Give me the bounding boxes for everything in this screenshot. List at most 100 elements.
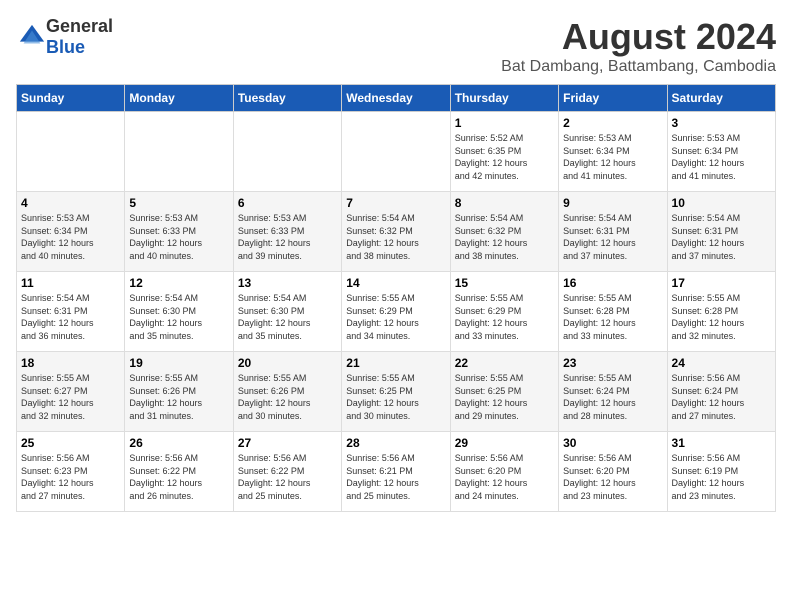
weekday-header-thursday: Thursday (450, 85, 558, 112)
calendar-cell: 29 Sunrise: 5:56 AM Sunset: 6:20 PM Dayli… (450, 432, 558, 512)
calendar-cell: 17 Sunrise: 5:55 AM Sunset: 6:28 PM Dayli… (667, 272, 775, 352)
calendar-cell: 15 Sunrise: 5:55 AM Sunset: 6:29 PM Dayli… (450, 272, 558, 352)
day-number: 5 (129, 196, 228, 210)
calendar-cell: 19Sunrise: 5:55 AM Sunset: 6:26 PM Dayli… (125, 352, 233, 432)
day-info: Sunrise: 5:53 AM Sunset: 6:34 PM Dayligh… (563, 132, 662, 182)
calendar-table: SundayMondayTuesdayWednesdayThursdayFrid… (16, 84, 776, 512)
weekday-header-tuesday: Tuesday (233, 85, 341, 112)
day-info: Sunrise: 5:56 AM Sunset: 6:24 PM Dayligh… (672, 372, 771, 422)
day-info: Sunrise: 5:55 AM Sunset: 6:29 PM Dayligh… (346, 292, 445, 342)
day-number: 7 (346, 196, 445, 210)
day-number: 10 (672, 196, 771, 210)
day-info: Sunrise: 5:56 AM Sunset: 6:23 PM Dayligh… (21, 452, 120, 502)
weekday-header-sunday: Sunday (17, 85, 125, 112)
calendar-cell: 23 Sunrise: 5:55 AM Sunset: 6:24 PM Dayli… (559, 352, 667, 432)
logo-general-text: General (46, 16, 113, 36)
day-info: Sunrise: 5:53 AM Sunset: 6:34 PM Dayligh… (21, 212, 120, 262)
day-number: 16 (563, 276, 662, 290)
calendar-cell: 26Sunrise: 5:56 AM Sunset: 6:22 PM Dayli… (125, 432, 233, 512)
day-info: Sunrise: 5:54 AM Sunset: 6:30 PM Dayligh… (238, 292, 337, 342)
day-info: Sunrise: 5:55 AM Sunset: 6:27 PM Dayligh… (21, 372, 120, 422)
day-info: Sunrise: 5:55 AM Sunset: 6:28 PM Dayligh… (672, 292, 771, 342)
calendar-cell: 14 Sunrise: 5:55 AM Sunset: 6:29 PM Dayli… (342, 272, 450, 352)
calendar-cell: 16 Sunrise: 5:55 AM Sunset: 6:28 PM Dayli… (559, 272, 667, 352)
day-info: Sunrise: 5:55 AM Sunset: 6:25 PM Dayligh… (346, 372, 445, 422)
day-number: 25 (21, 436, 120, 450)
day-info: Sunrise: 5:54 AM Sunset: 6:32 PM Dayligh… (455, 212, 554, 262)
day-number: 22 (455, 356, 554, 370)
calendar-cell: 25 Sunrise: 5:56 AM Sunset: 6:23 PM Dayli… (17, 432, 125, 512)
day-number: 18 (21, 356, 120, 370)
day-info: Sunrise: 5:55 AM Sunset: 6:24 PM Dayligh… (563, 372, 662, 422)
day-number: 17 (672, 276, 771, 290)
day-info: Sunrise: 5:53 AM Sunset: 6:33 PM Dayligh… (238, 212, 337, 262)
day-info: Sunrise: 5:56 AM Sunset: 6:20 PM Dayligh… (563, 452, 662, 502)
day-number: 29 (455, 436, 554, 450)
calendar-cell: 27 Sunrise: 5:56 AM Sunset: 6:22 PM Dayli… (233, 432, 341, 512)
day-number: 23 (563, 356, 662, 370)
day-number: 27 (238, 436, 337, 450)
calendar-cell: 5 Sunrise: 5:53 AM Sunset: 6:33 PM Daylig… (125, 192, 233, 272)
day-number: 11 (21, 276, 120, 290)
calendar-cell: 6Sunrise: 5:53 AM Sunset: 6:33 PM Daylig… (233, 192, 341, 272)
day-number: 9 (563, 196, 662, 210)
main-title: August 2024 (501, 16, 776, 58)
calendar-cell (342, 112, 450, 192)
day-info: Sunrise: 5:55 AM Sunset: 6:25 PM Dayligh… (455, 372, 554, 422)
calendar-cell: 10 Sunrise: 5:54 AM Sunset: 6:31 PM Dayli… (667, 192, 775, 272)
day-info: Sunrise: 5:53 AM Sunset: 6:33 PM Dayligh… (129, 212, 228, 262)
day-info: Sunrise: 5:53 AM Sunset: 6:34 PM Dayligh… (672, 132, 771, 182)
day-info: Sunrise: 5:55 AM Sunset: 6:29 PM Dayligh… (455, 292, 554, 342)
day-number: 12 (129, 276, 228, 290)
calendar-cell: 7 Sunrise: 5:54 AM Sunset: 6:32 PM Daylig… (342, 192, 450, 272)
day-info: Sunrise: 5:52 AM Sunset: 6:35 PM Dayligh… (455, 132, 554, 182)
calendar-cell: 2 Sunrise: 5:53 AM Sunset: 6:34 PM Daylig… (559, 112, 667, 192)
calendar-cell (17, 112, 125, 192)
logo: General Blue (16, 16, 113, 58)
day-info: Sunrise: 5:56 AM Sunset: 6:21 PM Dayligh… (346, 452, 445, 502)
day-info: Sunrise: 5:54 AM Sunset: 6:31 PM Dayligh… (672, 212, 771, 262)
calendar-cell: 8Sunrise: 5:54 AM Sunset: 6:32 PM Daylig… (450, 192, 558, 272)
day-info: Sunrise: 5:56 AM Sunset: 6:20 PM Dayligh… (455, 452, 554, 502)
day-number: 24 (672, 356, 771, 370)
day-number: 31 (672, 436, 771, 450)
calendar-cell: 18 Sunrise: 5:55 AM Sunset: 6:27 PM Dayli… (17, 352, 125, 432)
day-number: 13 (238, 276, 337, 290)
logo-icon (18, 23, 46, 51)
weekday-header-monday: Monday (125, 85, 233, 112)
calendar-cell: 21 Sunrise: 5:55 AM Sunset: 6:25 PM Dayli… (342, 352, 450, 432)
weekday-header-saturday: Saturday (667, 85, 775, 112)
day-number: 15 (455, 276, 554, 290)
header: General Blue August 2024 Bat Dambang, Ba… (16, 16, 776, 76)
day-info: Sunrise: 5:55 AM Sunset: 6:26 PM Dayligh… (238, 372, 337, 422)
calendar-cell: 3 Sunrise: 5:53 AM Sunset: 6:34 PM Daylig… (667, 112, 775, 192)
day-info: Sunrise: 5:56 AM Sunset: 6:22 PM Dayligh… (238, 452, 337, 502)
day-info: Sunrise: 5:55 AM Sunset: 6:28 PM Dayligh… (563, 292, 662, 342)
title-area: August 2024 Bat Dambang, Battambang, Cam… (501, 16, 776, 76)
day-number: 14 (346, 276, 445, 290)
calendar-cell: 22 Sunrise: 5:55 AM Sunset: 6:25 PM Dayli… (450, 352, 558, 432)
logo-blue-text: Blue (46, 37, 85, 57)
calendar-cell: 4Sunrise: 5:53 AM Sunset: 6:34 PM Daylig… (17, 192, 125, 272)
day-number: 3 (672, 116, 771, 130)
calendar-cell: 9 Sunrise: 5:54 AM Sunset: 6:31 PM Daylig… (559, 192, 667, 272)
calendar-cell (233, 112, 341, 192)
calendar-cell: 28Sunrise: 5:56 AM Sunset: 6:21 PM Dayli… (342, 432, 450, 512)
calendar-cell: 30Sunrise: 5:56 AM Sunset: 6:20 PM Dayli… (559, 432, 667, 512)
weekday-header-wednesday: Wednesday (342, 85, 450, 112)
calendar-cell: 13 Sunrise: 5:54 AM Sunset: 6:30 PM Dayli… (233, 272, 341, 352)
calendar-cell: 11 Sunrise: 5:54 AM Sunset: 6:31 PM Dayli… (17, 272, 125, 352)
calendar-cell: 12 Sunrise: 5:54 AM Sunset: 6:30 PM Dayli… (125, 272, 233, 352)
day-info: Sunrise: 5:55 AM Sunset: 6:26 PM Dayligh… (129, 372, 228, 422)
day-info: Sunrise: 5:54 AM Sunset: 6:31 PM Dayligh… (563, 212, 662, 262)
day-info: Sunrise: 5:54 AM Sunset: 6:32 PM Dayligh… (346, 212, 445, 262)
calendar-cell: 20Sunrise: 5:55 AM Sunset: 6:26 PM Dayli… (233, 352, 341, 432)
day-info: Sunrise: 5:54 AM Sunset: 6:31 PM Dayligh… (21, 292, 120, 342)
calendar-cell (125, 112, 233, 192)
day-number: 26 (129, 436, 228, 450)
day-number: 21 (346, 356, 445, 370)
day-number: 1 (455, 116, 554, 130)
day-info: Sunrise: 5:54 AM Sunset: 6:30 PM Dayligh… (129, 292, 228, 342)
day-number: 2 (563, 116, 662, 130)
day-info: Sunrise: 5:56 AM Sunset: 6:19 PM Dayligh… (672, 452, 771, 502)
